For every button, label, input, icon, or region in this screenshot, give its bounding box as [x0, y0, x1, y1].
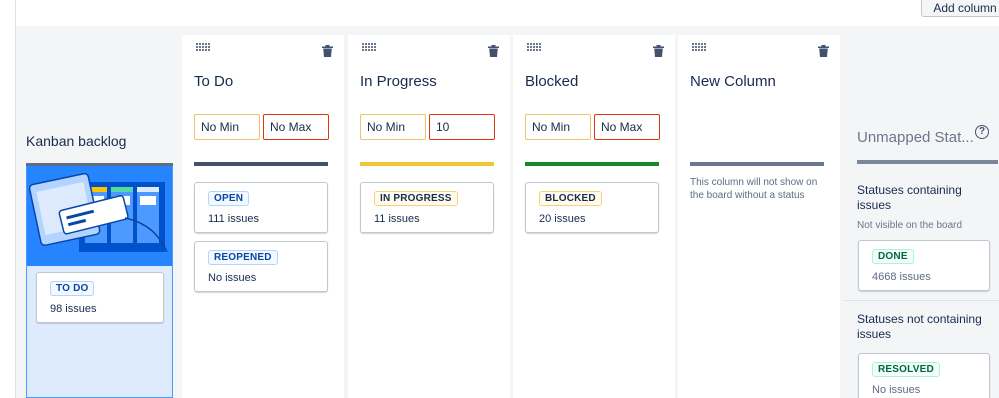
- status-card-blocked[interactable]: BLOCKED 20 issues: [525, 182, 659, 233]
- statuses-not-containing-title: Statuses not containing issues: [857, 312, 982, 341]
- column-config-board: Kanban backlog TO DO 98 issues To Do No …: [16, 26, 999, 398]
- column-name[interactable]: Blocked: [525, 73, 578, 90]
- column-blocked[interactable]: Blocked No Min No Max BLOCKED 20 issues: [513, 35, 675, 398]
- min-constraint-field[interactable]: No Min: [360, 114, 426, 140]
- min-constraint-field[interactable]: No Min: [194, 114, 260, 140]
- trash-icon[interactable]: [653, 44, 664, 57]
- status-card-resolved[interactable]: RESOLVED No issues: [858, 353, 990, 398]
- drag-handle-icon[interactable]: [196, 43, 210, 51]
- status-lozenge: IN PROGRESS: [374, 191, 458, 206]
- status-lozenge: OPEN: [208, 191, 250, 206]
- top-toolbar: Add column: [16, 0, 999, 26]
- backlog-illustration: [27, 166, 172, 266]
- help-icon[interactable]: ?: [975, 125, 989, 139]
- column-color-bar: [360, 162, 494, 166]
- kanban-backlog-column: Kanban backlog TO DO 98 issues: [26, 26, 174, 398]
- trash-icon[interactable]: [322, 44, 333, 57]
- column-name[interactable]: To Do: [194, 73, 233, 90]
- issue-count: 4668 issues: [872, 271, 931, 283]
- section-divider: [843, 300, 999, 301]
- column-todo[interactable]: To Do No Min No Max OPEN 111 issues REOP…: [182, 35, 344, 398]
- column-color-bar: [690, 162, 824, 166]
- statuses-containing-title: Statuses containing issues: [857, 183, 962, 212]
- column-name[interactable]: In Progress: [360, 73, 437, 90]
- unmapped-header-bar: [857, 160, 998, 164]
- issue-count: 20 issues: [539, 213, 586, 225]
- trash-icon[interactable]: [818, 44, 829, 57]
- status-lozenge: RESOLVED: [872, 362, 940, 377]
- column-in-progress[interactable]: In Progress No Min 10 IN PROGRESS 11 iss…: [348, 35, 510, 398]
- status-lozenge: REOPENED: [208, 250, 278, 265]
- column-new[interactable]: New Column This column will not show on …: [678, 35, 840, 398]
- not-visible-note: Not visible on the board: [857, 220, 963, 231]
- status-card-in-progress[interactable]: IN PROGRESS 11 issues: [360, 182, 494, 233]
- max-constraint-field[interactable]: 10: [429, 114, 495, 140]
- empty-column-note: This column will not show on the board w…: [690, 177, 818, 201]
- trash-icon[interactable]: [488, 44, 499, 57]
- status-card-reopened[interactable]: REOPENED No issues: [194, 241, 328, 292]
- unmapped-statuses-panel: Unmapped Stat... ? Statuses containing i…: [843, 26, 999, 398]
- drag-handle-icon[interactable]: [692, 43, 706, 51]
- drag-handle-icon[interactable]: [527, 43, 541, 51]
- unmapped-title: Unmapped Stat...: [857, 129, 974, 146]
- status-card-open[interactable]: OPEN 111 issues: [194, 182, 328, 233]
- status-card-todo[interactable]: TO DO 98 issues: [36, 272, 164, 323]
- status-lozenge: BLOCKED: [539, 191, 602, 206]
- issue-count: 11 issues: [374, 213, 420, 225]
- issue-count: 98 issues: [50, 303, 97, 315]
- backlog-dropzone[interactable]: TO DO 98 issues: [26, 166, 173, 398]
- status-card-done[interactable]: DONE 4668 issues: [858, 240, 990, 291]
- max-constraint-field[interactable]: No Max: [594, 114, 660, 140]
- min-constraint-field[interactable]: No Min: [525, 114, 591, 140]
- column-color-bar: [525, 162, 659, 166]
- add-column-button[interactable]: Add column: [921, 0, 999, 17]
- column-color-bar: [194, 162, 328, 166]
- issue-count: No issues: [208, 272, 257, 284]
- backlog-title: Kanban backlog: [26, 133, 127, 149]
- status-lozenge: DONE: [872, 249, 914, 264]
- issue-count: 111 issues: [208, 213, 259, 225]
- status-lozenge: TO DO: [50, 281, 95, 296]
- issue-count: No issues: [872, 384, 921, 396]
- column-name[interactable]: New Column: [690, 73, 776, 90]
- drag-handle-icon[interactable]: [362, 43, 376, 51]
- max-constraint-field[interactable]: No Max: [263, 114, 329, 140]
